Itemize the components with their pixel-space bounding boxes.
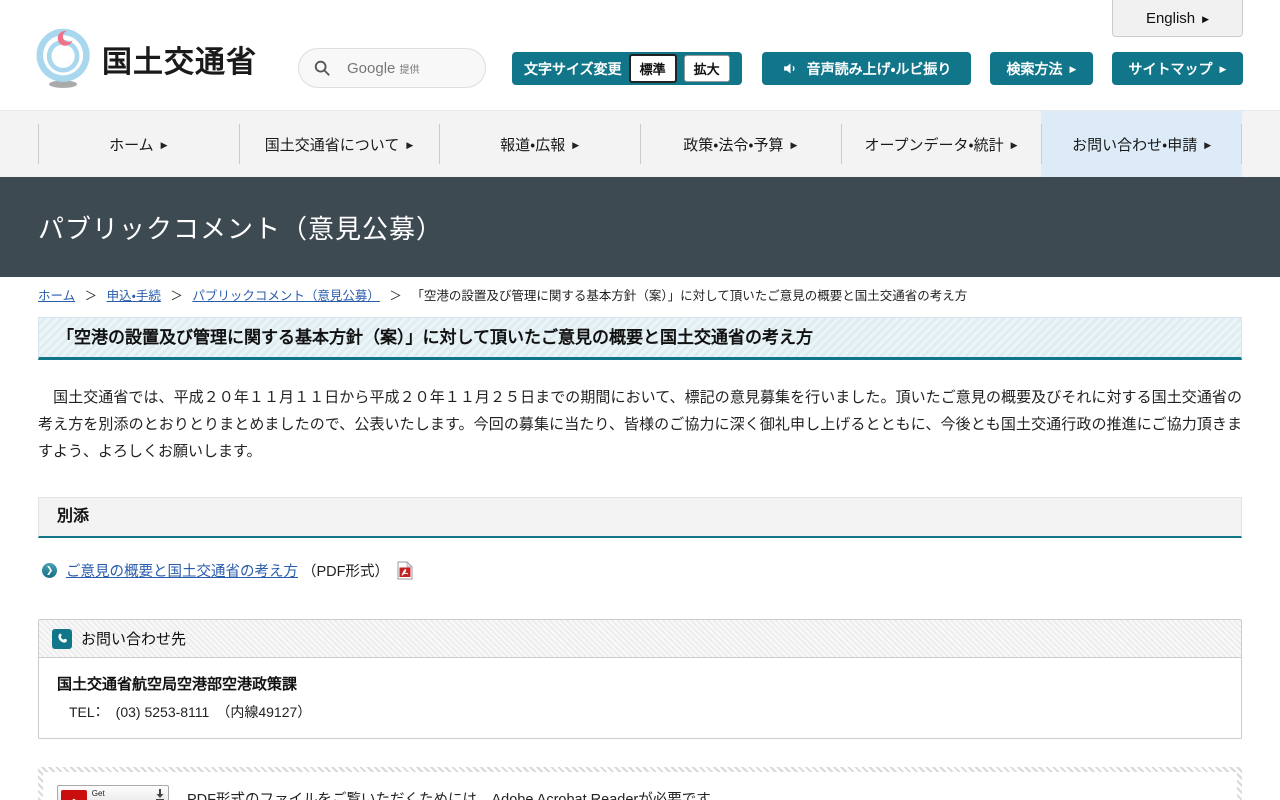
search-input[interactable]: Google 提供 [298, 48, 486, 88]
arrow-right-icon: ▶ [406, 140, 413, 151]
search-icon [313, 59, 331, 77]
adobe-reader-notice: Get ADOBE® READER® PDF形式のファイルをご覧いただくためには… [38, 767, 1242, 800]
pdf-file-icon[interactable] [397, 561, 413, 580]
pdf-notice-line1: PDF形式のファイルをご覧いただくためには、Adobe Acrobat Read… [187, 788, 774, 800]
search-method-button[interactable]: 検索方法 ▶ [990, 52, 1093, 85]
pdf-notice-text: PDF形式のファイルをご覧いただくためには、Adobe Acrobat Read… [187, 785, 774, 800]
breadcrumb-link-application[interactable]: 申込・手続 [107, 289, 161, 303]
bullet-arrow-icon: ❯ [42, 563, 57, 578]
arrow-right-icon: ▶ [1011, 140, 1018, 151]
nav-item-policy-law-budget[interactable]: 政策・法令・予算 ▶ [640, 111, 841, 177]
contact-department: 国土交通省航空局空港部空港政策課 [57, 673, 1223, 694]
page-title-banner: パブリックコメント（意見公募） [0, 177, 1280, 277]
font-size-change-button: 文字サイズ変更 標準 拡大 [512, 52, 742, 85]
arrow-right-icon: ▶ [790, 140, 797, 151]
mlit-logo-icon [36, 28, 92, 90]
font-size-standard-button[interactable]: 標準 [629, 54, 677, 83]
arrow-right-icon: ▶ [572, 140, 579, 151]
page: 国土交通省 Google 提供 文字サイズ変更 標準 拡大 音声読み上げ・ルビ振… [0, 0, 1280, 800]
breadcrumb-link-public-comment[interactable]: パブリックコメント（意見公募） [192, 289, 380, 303]
site-header: 国土交通省 Google 提供 文字サイズ変更 標準 拡大 音声読み上げ・ルビ振… [0, 0, 1280, 110]
search-placeholder: Google 提供 [347, 60, 420, 77]
font-size-label: 文字サイズ変更 [524, 59, 622, 79]
global-nav: ホーム ▶ 国土交通省について ▶ 報道・広報 ▶ 政策・法令・予算 ▶ オープ… [0, 110, 1280, 177]
audio-reading-button[interactable]: 音声読み上げ・ルビ振り [762, 52, 971, 85]
attachment-section-heading: 別添 [38, 497, 1242, 538]
breadcrumb-link-home[interactable]: ホーム [38, 289, 75, 303]
contact-box-header: お問い合わせ先 [39, 620, 1241, 658]
speaker-icon [782, 60, 799, 77]
page-title: パブリックコメント（意見公募） [38, 209, 443, 246]
nav-item-about-mlit[interactable]: 国土交通省について ▶ [239, 111, 440, 177]
attachment-link-row: ❯ ご意見の概要と国土交通省の考え方 （PDF形式） [42, 560, 1242, 581]
nav-item-contact-application[interactable]: お問い合わせ・申請 ▶ [1041, 111, 1242, 177]
contact-box: お問い合わせ先 国土交通省航空局空港部空港政策課 TEL： (03) 5253-… [38, 619, 1242, 739]
font-size-large-button[interactable]: 拡大 [684, 55, 730, 82]
breadcrumb: ホーム ＞ 申込・手続 ＞ パブリックコメント（意見公募） ＞ 「空港の設置及び… [0, 277, 1280, 304]
article-heading: 「空港の設置及び管理に関する基本方針（案）」に対して頂いたご意見の概要と国土交通… [38, 317, 1242, 360]
download-arrow-icon [155, 788, 165, 800]
breadcrumb-separator: ＞ [389, 289, 402, 303]
nav-item-opendata-statistics[interactable]: オープンデータ・統計 ▶ [841, 111, 1042, 177]
logo-text: 国土交通省 [102, 37, 257, 81]
arrow-right-icon: ▶ [1070, 64, 1077, 75]
site-logo[interactable]: 国土交通省 [36, 28, 257, 90]
breadcrumb-current: 「空港の設置及び管理に関する基本方針（案）」に対して頂いたご意見の概要と国土交通… [411, 289, 967, 303]
article-paragraph: 国土交通省では、平成２０年１１月１１日から平成２０年１１月２５日までの期間におい… [38, 384, 1242, 465]
contact-box-body: 国土交通省航空局空港部空港政策課 TEL： (03) 5253-8111 （内線… [39, 658, 1241, 738]
get-adobe-reader-button[interactable]: Get ADOBE® READER® [57, 785, 169, 800]
english-button[interactable]: English ▶ [1112, 0, 1243, 37]
arrow-right-icon: ▶ [1220, 64, 1227, 75]
nav-item-home[interactable]: ホーム ▶ [38, 111, 239, 177]
phone-icon [52, 629, 72, 649]
sitemap-button[interactable]: サイトマップ ▶ [1112, 52, 1243, 85]
contact-tel: TEL： (03) 5253-8111 （内線49127） [57, 702, 1223, 722]
adobe-badge-area: Get ADOBE® READER® [57, 785, 187, 800]
pdf-document-link[interactable]: ご意見の概要と国土交通省の考え方 [66, 560, 298, 581]
contact-header-label: お問い合わせ先 [81, 628, 186, 649]
arrow-right-icon: ▶ [161, 140, 168, 151]
breadcrumb-separator: ＞ [170, 289, 183, 303]
arrow-right-icon: ▶ [1204, 140, 1211, 151]
arrow-right-icon: ▶ [1202, 14, 1209, 25]
adobe-acrobat-icon [61, 790, 87, 800]
pdf-format-label: （PDF形式） [302, 560, 389, 581]
breadcrumb-separator: ＞ [85, 289, 98, 303]
nav-item-press[interactable]: 報道・広報 ▶ [439, 111, 640, 177]
